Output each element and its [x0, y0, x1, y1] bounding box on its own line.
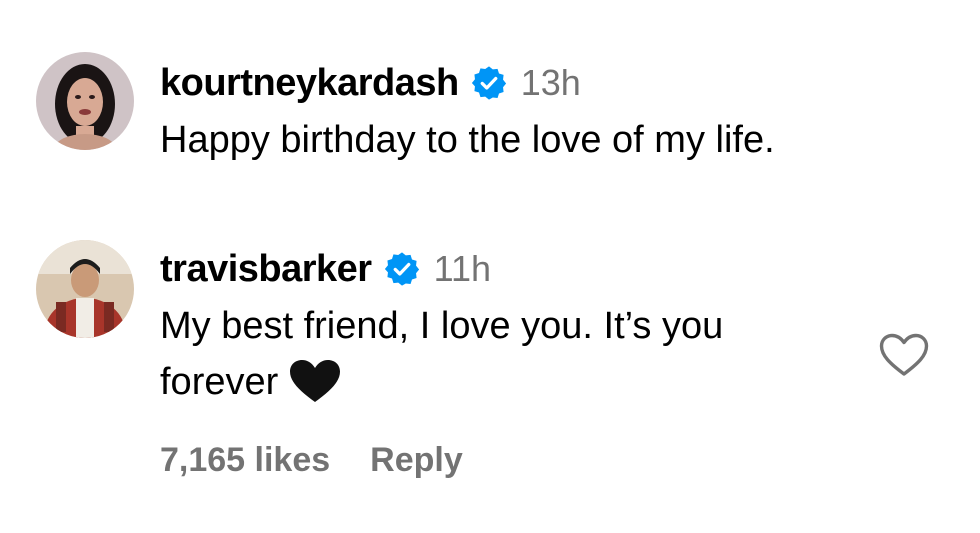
- black-heart-emoji-icon: [288, 358, 342, 404]
- likes-count[interactable]: 7,165 likes: [160, 441, 330, 480]
- avatar-image: [36, 240, 134, 338]
- comment-text-line-2: forever: [160, 354, 723, 410]
- avatar-image: [36, 52, 134, 150]
- timestamp[interactable]: 13h: [521, 62, 581, 104]
- reply-button[interactable]: Reply: [370, 441, 463, 480]
- comment-travisbarker: travisbarker 11h My best friend, I love …: [0, 200, 980, 533]
- comment-header: kourtneykardash 13h: [160, 60, 581, 106]
- avatar[interactable]: [36, 52, 134, 150]
- like-button[interactable]: [878, 332, 930, 378]
- verified-badge-icon: [471, 65, 507, 101]
- timestamp[interactable]: 11h: [434, 248, 491, 290]
- comment-text: My best friend, I love you. It’s you for…: [160, 298, 723, 410]
- comment-kourtneykardash: kourtneykardash 13h Happy birthday to th…: [0, 0, 980, 200]
- avatar[interactable]: [36, 240, 134, 338]
- comment-header: travisbarker 11h: [160, 246, 491, 292]
- comment-text-line-1: My best friend, I love you. It’s you: [160, 305, 724, 347]
- comment-text: Happy birthday to the love of my life.: [160, 119, 775, 161]
- username[interactable]: travisbarker: [160, 248, 372, 291]
- verified-badge-icon: [384, 251, 420, 287]
- username[interactable]: kourtneykardash: [160, 62, 459, 105]
- comment-meta: 7,165 likes Reply: [160, 438, 463, 482]
- heart-outline-icon: [879, 333, 929, 376]
- comment-text-line-2-text: forever: [160, 361, 279, 403]
